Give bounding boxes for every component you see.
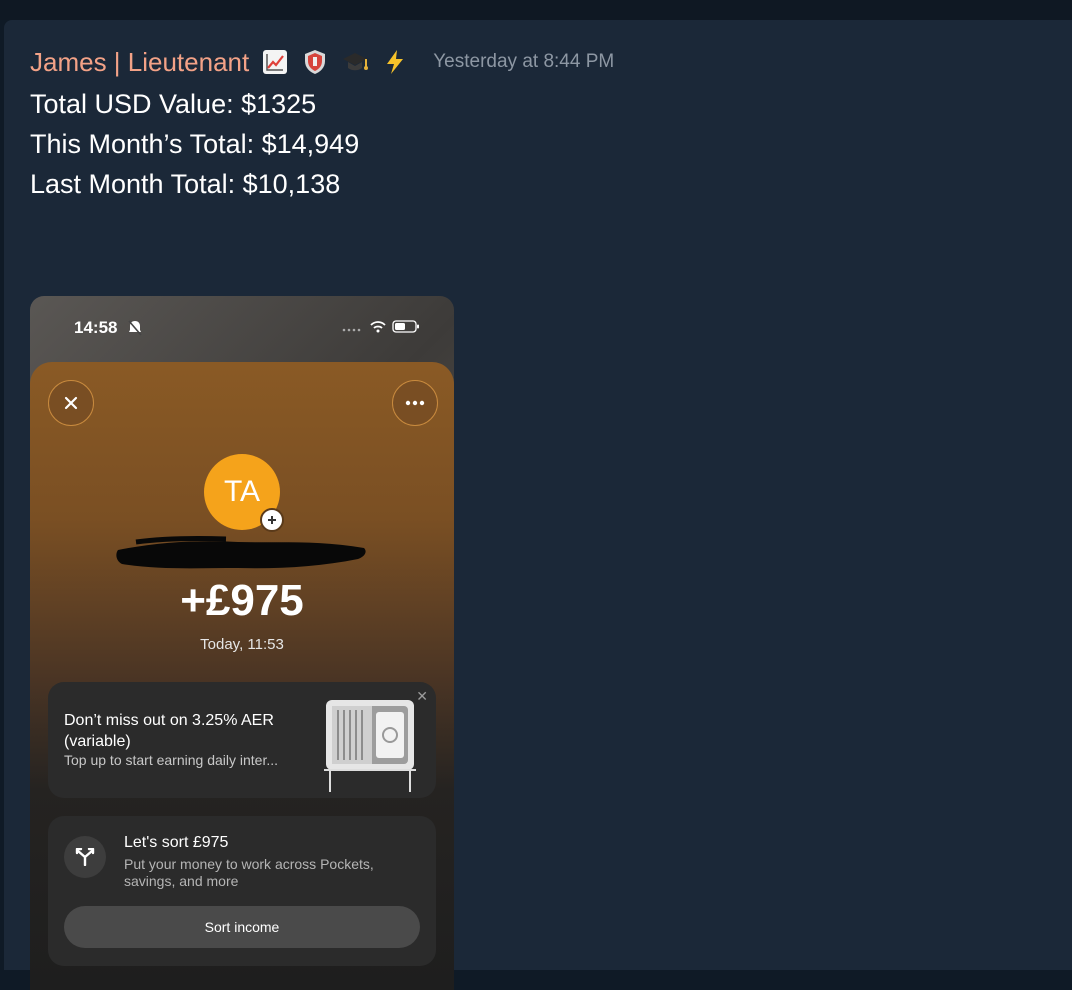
chart-increasing-icon [261,48,289,76]
sort-income-card: Let's sort £975 Put your money to work a… [48,816,436,966]
message-line: Last Month Total: $10,138 [30,169,341,199]
battery-icon [392,320,420,338]
redacted-name [116,536,366,569]
more-options-button[interactable] [392,380,438,426]
chat-message: James | Lieutenant Yesterday at 8:44 PM … [4,20,1072,990]
promo-subtitle: Top up to start earning daily inter... [64,752,279,768]
transaction-amount: +£975 [180,576,304,625]
message-header: James | Lieutenant Yesterday at 8:44 PM [30,42,614,82]
image-attachment[interactable]: 14:58 TA +£975 Today, 11:53 Don’t miss o… [30,296,454,990]
shield-icon [301,48,329,76]
savings-promo-card[interactable]: Don’t miss out on 3.25% AER (variable) T… [48,682,436,798]
mute-bell-icon [128,320,142,341]
signal-icon [342,320,364,338]
graduation-cap-icon [341,48,369,76]
add-photo-icon[interactable] [260,508,284,532]
sort-subtitle: Put your money to work across Pockets, s… [124,856,374,889]
sort-title: Let's sort £975 [124,834,229,851]
close-icon [64,396,78,410]
safe-illustration [324,700,416,792]
promo-title: Don’t miss out on 3.25% AER (variable) [64,712,274,750]
message-body: Total USD Value: $1325 This Month’s Tota… [30,84,359,204]
author-name[interactable]: James | Lieutenant [30,47,249,78]
more-icon [405,400,425,406]
transaction-date: Today, 11:53 [200,636,284,653]
message-timestamp: Yesterday at 8:44 PM [433,51,615,72]
role-badges [261,48,409,76]
sort-income-button[interactable]: Sort income [64,906,420,948]
wifi-icon [370,320,386,338]
phone-status-bar: 14:58 [30,296,454,360]
close-button[interactable] [48,380,94,426]
status-time: 14:58 [74,318,118,337]
message-line: This Month’s Total: $14,949 [30,129,360,159]
dismiss-promo-icon[interactable]: ✕ [416,688,428,705]
top-bar [0,0,1072,20]
message-line: Total USD Value: $1325 [30,89,317,119]
split-arrows-icon [64,836,106,878]
transaction-sheet: TA +£975 Today, 11:53 Don’t miss out on … [30,362,454,990]
lightning-icon [381,48,409,76]
